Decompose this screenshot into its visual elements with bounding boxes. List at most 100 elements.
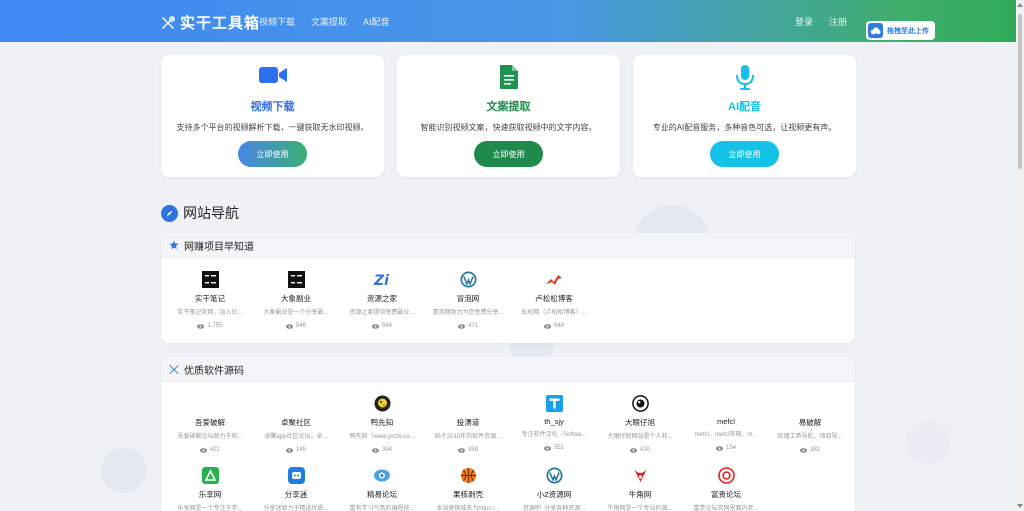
site-desc: 专注软件汉化 - Softwa... [521, 432, 587, 438]
site-views: 459 [425, 447, 511, 453]
view-count: 382 [809, 447, 820, 453]
basketball-logo-icon [425, 467, 511, 484]
site-logo[interactable]: 实干工具箱 [160, 12, 260, 33]
use-now-button[interactable]: 立即使用 [238, 141, 307, 167]
auth-links: 登录 注册 [795, 15, 863, 28]
use-now-button[interactable]: 立即使用 [474, 141, 543, 167]
nav-ai-dubbing[interactable]: AI配音 [363, 15, 390, 28]
site-desc: 冒泡网致力为您免费分享... [432, 310, 504, 316]
tool-desc: 支持多个平台的视频解析下载，一键获取无水印视频。 [176, 123, 369, 132]
tool-title: 文案提取 [486, 101, 531, 113]
site-name: 小Z资源网 [536, 490, 572, 499]
eye-logo-icon [597, 395, 683, 412]
compass-icon [161, 204, 178, 222]
site-name: 大眼仔旭 [625, 418, 655, 427]
register-link[interactable]: 注册 [829, 15, 847, 28]
site-desc: 资源之家提供免费副业... [349, 310, 415, 316]
site-views: 546 [253, 323, 339, 329]
site-views: 421 [167, 447, 253, 453]
view-count: 471 [467, 323, 478, 329]
upload-label: 拖拽至此上传 [887, 27, 929, 35]
blank-logo [167, 395, 253, 412]
scroll-down-arrow-icon[interactable] [1017, 504, 1023, 508]
site-desc: 本站更换域名为https:/... [436, 506, 500, 511]
view-count: 430 [639, 447, 650, 453]
site-card[interactable]: 投漂道 始于2010年的软件资源... 459 [425, 395, 511, 453]
nav-video-download[interactable]: 视频下载 [259, 15, 295, 28]
drag-upload-button[interactable]: 拖拽至此上传 [866, 21, 935, 40]
site-views: 430 [597, 447, 683, 453]
view-count: 351 [553, 445, 564, 451]
site-card[interactable]: mefcl mefcl，mefcl官网，m... 154 [683, 395, 769, 451]
eye-icon [199, 447, 207, 453]
tool-title: AI配音 [728, 101, 761, 113]
view-count: 1,755 [207, 323, 223, 329]
lexiang-logo-icon [167, 467, 253, 484]
site-card[interactable]: 分享迷 分享迷致力于精选优质... [253, 467, 339, 511]
view-count: 354 [381, 447, 392, 453]
site-desc: 富贵论坛官网里面内老... [693, 506, 759, 511]
site-views: 382 [767, 447, 853, 453]
eye-icon [457, 323, 465, 329]
eye-icon [285, 447, 293, 453]
tool-card-text-extract: 文案提取 智能识别视频文案，快速获取视频中的文字内容。 立即使用 [397, 55, 620, 177]
site-card[interactable]: 吾爱破解 吾爱破解论坛致力于软... 421 [167, 395, 253, 453]
site-name: 分享迷 [284, 490, 308, 499]
decor-bubble [906, 420, 951, 465]
site-card[interactable]: 易破解 玫瑰工具导航，项目导... 382 [767, 395, 853, 453]
site-name: 冒泡网 [456, 294, 480, 303]
scroll-thumb[interactable] [1018, 14, 1022, 169]
site-card[interactable]: 大眼仔旭 大眼仔旭网站是个人非... 430 [597, 395, 683, 453]
site-card[interactable]: 冒泡网 冒泡网致力为您免费分享... 471 [425, 271, 511, 329]
site-name: 精易论坛 [367, 490, 397, 499]
login-link[interactable]: 登录 [795, 15, 813, 28]
site-card[interactable]: 实干笔记 实干笔记官网，加入社... 1,755 [167, 271, 253, 329]
eye-icon [197, 323, 205, 329]
site-name: 富贵论坛 [711, 490, 741, 499]
scroll-up-arrow-icon[interactable] [1017, 3, 1023, 7]
site-card[interactable]: 鸭先知 鸭先知（www.yxzhi.co... 354 [339, 395, 425, 453]
wordpress-icon [511, 467, 597, 484]
duck-logo-icon [339, 395, 425, 412]
view-count: 459 [467, 447, 478, 453]
page-scrollbar[interactable] [1016, 0, 1024, 511]
site-card[interactable]: 乐享网 乐享网是一个专注于手... [167, 467, 253, 511]
video-camera-icon [161, 64, 384, 90]
star-icon [169, 240, 179, 250]
nav-text-extract[interactable]: 文案提取 [311, 15, 347, 28]
site-name: 吾爱破解 [195, 418, 225, 427]
site-card[interactable]: 大象副业 大象副业是一个分享副... 546 [253, 271, 339, 329]
view-count: 154 [725, 445, 736, 451]
site-card[interactable]: 牛角网 牛角网是一个专业的源... [597, 467, 683, 511]
site-name: 投漂道 [456, 418, 480, 427]
site-card[interactable]: 卢松松博客 松松网（卢松松博客）... 648 [511, 271, 597, 329]
site-desc: 鸭先知（www.yxzhi.co... [349, 434, 415, 440]
blank-logo [683, 395, 769, 412]
svg-text:Zi: Zi [373, 273, 389, 288]
tools-icon [169, 365, 179, 374]
site-card[interactable]: th_sjy 专注软件汉化 - Softwa... 351 [511, 395, 597, 451]
site-views: 564 [339, 323, 425, 329]
eye-icon [629, 447, 637, 453]
site-views: 648 [511, 323, 597, 329]
wordpress-icon [425, 271, 511, 288]
site-views: 354 [339, 447, 425, 453]
site-card[interactable]: Zi 资源之家 资源之家提供免费副业... 564 [339, 271, 425, 329]
niujiao-logo-icon [597, 467, 683, 484]
site-card[interactable]: 小Z资源网 资源吧_分享各种资源... [511, 467, 597, 511]
blank-logo [767, 395, 853, 412]
site-desc: 松松网（卢松松博客）... [521, 310, 587, 316]
site-name: mefcl [717, 417, 735, 426]
site-card[interactable]: 卓聚社区 卓聚app社区论坛，卓... 145 [253, 395, 339, 453]
site-name: 卓聚社区 [281, 418, 311, 427]
use-now-button[interactable]: 立即使用 [710, 141, 779, 167]
site-card[interactable]: 富贵论坛 富贵论坛官网里面内老... [683, 467, 769, 511]
site-nav-heading: 网站导航 [161, 203, 239, 223]
site-desc: mefcl，mefcl官网，m... [694, 432, 758, 438]
site-desc: 玫瑰工具导航，项目导... [777, 434, 843, 440]
tool-card-video-download: 视频下载 支持多个平台的视频解析下载，一键获取无水印视频。 立即使用 [161, 55, 384, 177]
site-card[interactable]: 精易论坛 富有学习气氛的编程技... [339, 467, 425, 511]
site-card[interactable]: 果核剥壳 本站更换域名为https:/... [425, 467, 511, 511]
panel-header: 网赚项目早知道 [161, 233, 855, 258]
panel-title: 网赚项目早知道 [184, 241, 254, 253]
